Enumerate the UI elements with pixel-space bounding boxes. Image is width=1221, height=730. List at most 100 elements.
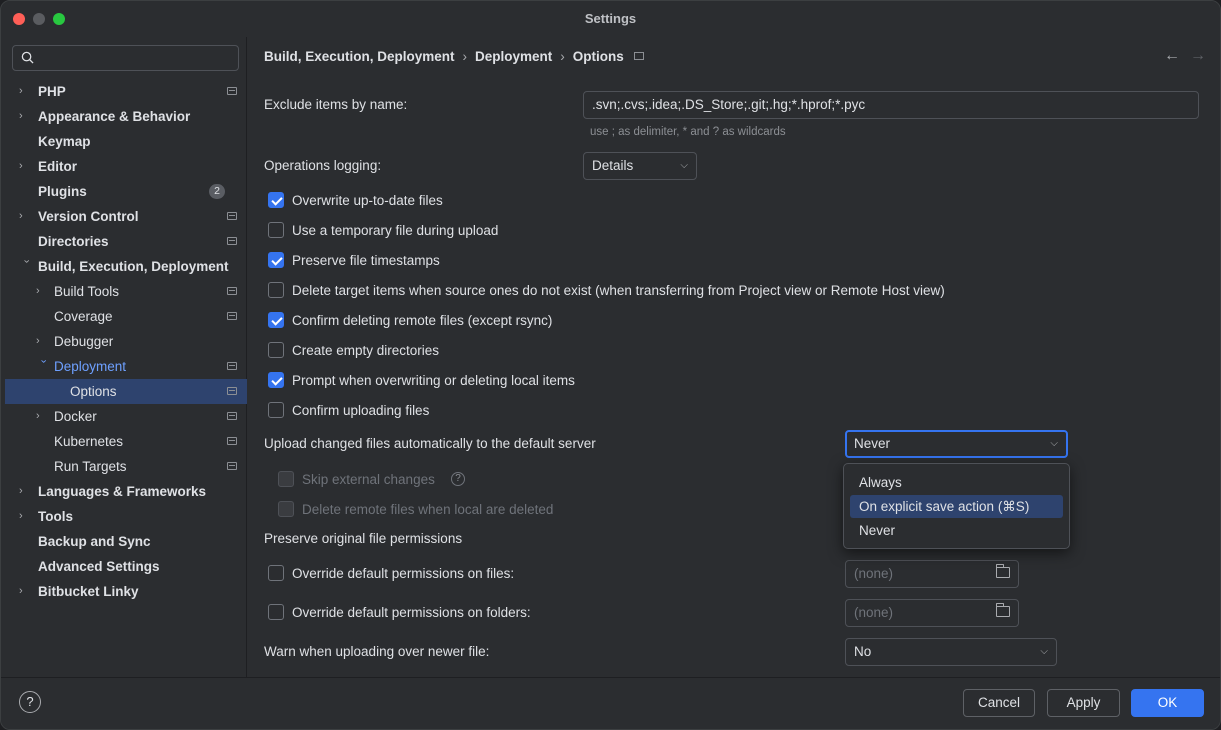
sidebar-item-languages-frameworks[interactable]: › Languages & Frameworks <box>5 479 247 504</box>
checkbox-box[interactable] <box>268 282 284 298</box>
sidebar-item-php[interactable]: › PHP <box>5 79 247 104</box>
chevron-down-icon: ⌵ <box>1050 438 1058 449</box>
forward-arrow-icon[interactable]: → <box>1190 47 1206 65</box>
chevron-right-icon[interactable]: › <box>19 579 33 604</box>
project-scope-icon <box>227 287 237 295</box>
sidebar-item-debugger[interactable]: › Debugger <box>5 329 247 354</box>
folder-permissions-input[interactable]: (none) <box>845 599 1019 627</box>
checkbox-box[interactable] <box>268 192 284 208</box>
sidebar-item-run-targets[interactable]: Run Targets <box>5 454 247 479</box>
sidebar-item-bitbucket-linky[interactable]: › Bitbucket Linky <box>5 579 247 604</box>
operations-logging-select[interactable]: Details ⌵ <box>583 152 697 180</box>
sidebar-item-appearance[interactable]: › Appearance & Behavior <box>5 104 247 129</box>
chevron-right-icon[interactable]: › <box>36 279 50 304</box>
dropdown-option-explicit-save[interactable]: On explicit save action (⌘S) <box>850 495 1063 518</box>
upload-automatically-select[interactable]: Never ⌵ <box>845 430 1068 458</box>
breadcrumb-item: Options <box>572 49 624 64</box>
ok-button[interactable]: OK <box>1131 689 1204 717</box>
operations-logging-label: Operations logging: <box>264 158 382 173</box>
project-scope-icon <box>227 437 237 445</box>
settings-window: Settings › PHP › Appearance & Behavior K… <box>0 0 1221 730</box>
checkbox-box[interactable] <box>268 402 284 418</box>
exclude-items-input[interactable]: .svn;.cvs;.idea;.DS_Store;.git;.hg;*.hpr… <box>583 91 1199 119</box>
sidebar-item-advanced-settings[interactable]: Advanced Settings <box>5 554 247 579</box>
chevron-right-icon[interactable]: › <box>19 104 33 129</box>
plugins-update-badge: 2 <box>209 184 225 199</box>
breadcrumb-separator: › <box>462 49 468 64</box>
title-bar: Settings <box>1 1 1220 37</box>
folder-icon[interactable] <box>996 564 1010 578</box>
chevron-down-icon: ⌵ <box>1040 646 1048 657</box>
checkbox-label: Override default permissions on files: <box>292 566 515 581</box>
breadcrumb-item[interactable]: Build, Execution, Deployment <box>264 49 455 64</box>
sidebar-item-version-control[interactable]: › Version Control <box>5 204 247 229</box>
sidebar-item-plugins[interactable]: Plugins 2 <box>5 179 247 204</box>
breadcrumb: Build, Execution, Deployment › Deployment ›… <box>264 49 644 64</box>
warn-newer-file-select[interactable]: No ⌵ <box>845 638 1057 666</box>
checkbox-box[interactable] <box>278 501 294 517</box>
sidebar-item-kubernetes[interactable]: Kubernetes <box>5 429 247 454</box>
search-icon <box>21 51 34 64</box>
chevron-right-icon[interactable]: › <box>36 329 50 354</box>
sidebar-item-deployment[interactable]: › Deployment <box>5 354 247 379</box>
chevron-right-icon[interactable]: › <box>19 504 33 529</box>
chevron-down-icon: ⌵ <box>680 160 688 171</box>
breadcrumb-separator: › <box>560 49 565 64</box>
cancel-button[interactable]: Cancel <box>963 689 1035 717</box>
sidebar-item-build-tools[interactable]: › Build Tools <box>5 279 247 304</box>
settings-tree: › PHP › Appearance & Behavior Keymap › E… <box>5 79 247 604</box>
checkbox-label: Confirm uploading files <box>292 403 430 418</box>
dropdown-option-never[interactable]: Never <box>850 519 1063 542</box>
file-permissions-input[interactable]: (none) <box>845 560 1019 588</box>
warn-newer-file-label: Warn when uploading over newer file: <box>264 644 490 659</box>
chevron-right-icon[interactable]: › <box>19 154 33 179</box>
checkbox-box[interactable] <box>268 604 284 620</box>
settings-search-input[interactable] <box>12 45 239 71</box>
breadcrumb-item[interactable]: Deployment <box>475 49 552 64</box>
sidebar-item-build-execution-deployment[interactable]: › Build, Execution, Deployment <box>5 254 247 279</box>
chevron-right-icon[interactable]: › <box>19 479 33 504</box>
checkbox-box[interactable] <box>268 252 284 268</box>
sidebar-item-directories[interactable]: Directories <box>5 229 247 254</box>
sidebar-item-coverage[interactable]: Coverage <box>5 304 247 329</box>
upload-automatically-value: Never <box>854 436 891 451</box>
checkbox-label: Delete remote files when local are delet… <box>302 502 554 517</box>
project-scope-icon <box>227 212 237 220</box>
help-question-icon[interactable]: ? <box>451 472 465 486</box>
folder-permissions-placeholder: (none) <box>854 605 894 620</box>
checkbox-box[interactable] <box>268 342 284 358</box>
checkbox-box[interactable] <box>268 565 284 581</box>
chevron-right-icon[interactable]: › <box>19 204 33 229</box>
file-permissions-placeholder: (none) <box>854 566 894 581</box>
project-scope-icon <box>227 462 237 470</box>
checkbox-box[interactable] <box>278 471 294 487</box>
sidebar-item-tools[interactable]: › Tools <box>5 504 247 529</box>
project-scope-icon <box>227 387 237 395</box>
settings-sidebar: › PHP › Appearance & Behavior Keymap › E… <box>1 37 247 677</box>
sidebar-item-keymap[interactable]: Keymap <box>5 129 247 154</box>
help-button[interactable]: ? <box>19 691 41 713</box>
dialog-footer: ? Cancel Apply OK <box>1 677 1220 729</box>
checkbox-box[interactable] <box>268 312 284 328</box>
project-scope-icon <box>227 237 237 245</box>
checkbox-label: Use a temporary file during upload <box>292 223 499 238</box>
sidebar-item-docker[interactable]: › Docker <box>5 404 247 429</box>
back-arrow-icon[interactable]: ← <box>1164 47 1180 65</box>
folder-icon[interactable] <box>996 603 1010 617</box>
sidebar-item-backup-sync[interactable]: Backup and Sync <box>5 529 247 554</box>
chevron-right-icon[interactable]: › <box>19 79 33 104</box>
checkbox-label: Delete target items when source ones do … <box>292 283 945 298</box>
chevron-down-icon[interactable]: › <box>14 260 39 274</box>
dropdown-option-always[interactable]: Always <box>850 471 1063 494</box>
checkbox-box[interactable] <box>268 372 284 388</box>
checkbox-label: Prompt when overwriting or deleting loca… <box>292 373 575 388</box>
sidebar-item-options[interactable]: Options <box>5 379 247 404</box>
upload-automatically-label: Upload changed files automatically to th… <box>264 436 596 451</box>
sidebar-item-editor[interactable]: › Editor <box>5 154 247 179</box>
chevron-down-icon[interactable]: › <box>31 360 56 374</box>
checkbox-box[interactable] <box>268 222 284 238</box>
project-scope-icon <box>633 52 644 60</box>
exclude-items-hint: use ; as delimiter, * and ? as wildcards <box>590 126 786 138</box>
apply-button[interactable]: Apply <box>1047 689 1120 717</box>
chevron-right-icon[interactable]: › <box>36 404 50 429</box>
